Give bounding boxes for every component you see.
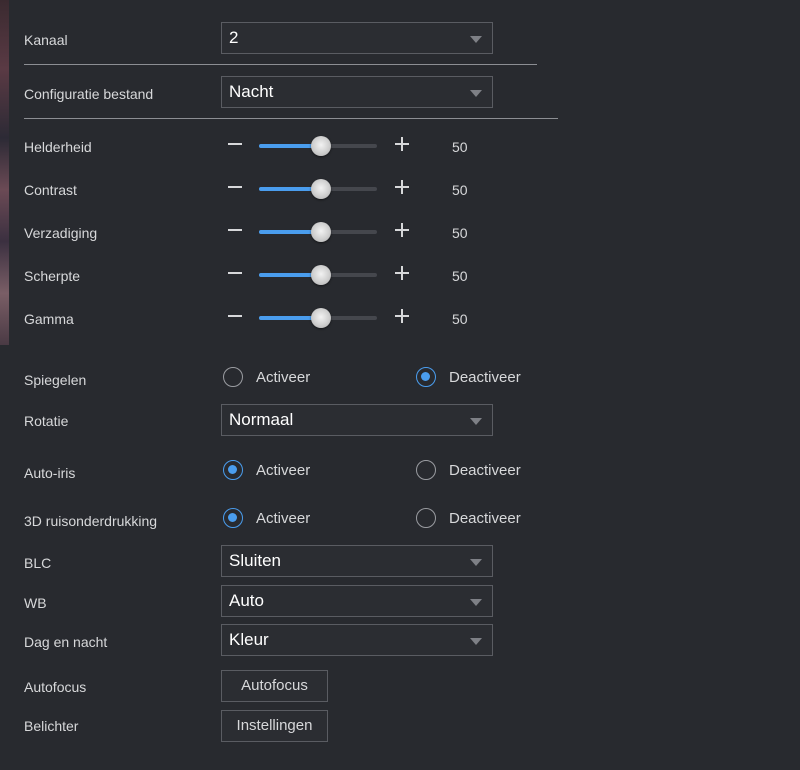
chevron-down-icon bbox=[470, 418, 482, 425]
kanaal-value: 2 bbox=[229, 28, 239, 47]
minus-icon[interactable] bbox=[227, 308, 243, 324]
slider-thumb[interactable] bbox=[311, 179, 331, 199]
dag-nacht-label: Dag en nacht bbox=[24, 634, 108, 650]
slider-thumb[interactable] bbox=[311, 265, 331, 285]
divider bbox=[24, 64, 537, 65]
slider-value: 50 bbox=[452, 182, 468, 198]
slider-value: 50 bbox=[452, 311, 468, 327]
auto-iris-label: Auto-iris bbox=[24, 465, 76, 481]
auto-iris-activeer-radio[interactable] bbox=[223, 460, 243, 480]
wb-label: WB bbox=[24, 595, 47, 611]
chevron-down-icon bbox=[470, 36, 482, 43]
minus-icon[interactable] bbox=[227, 136, 243, 152]
auto-iris-deactiveer-radio[interactable] bbox=[416, 460, 436, 480]
spiegelen-activeer-radio[interactable] bbox=[223, 367, 243, 387]
ruisonderdrukking-label: 3D ruisonderdrukking bbox=[24, 513, 158, 529]
auto-iris-activeer-label[interactable]: Activeer bbox=[256, 462, 310, 479]
chevron-down-icon bbox=[470, 638, 482, 645]
instellingen-button[interactable]: Instellingen bbox=[221, 710, 328, 742]
plus-icon[interactable] bbox=[394, 308, 410, 324]
blc-value: Sluiten bbox=[229, 551, 281, 570]
plus-icon[interactable] bbox=[394, 265, 410, 281]
plus-icon[interactable] bbox=[394, 222, 410, 238]
slider-thumb[interactable] bbox=[311, 222, 331, 242]
rotatie-label: Rotatie bbox=[24, 413, 69, 429]
autofocus-label: Autofocus bbox=[24, 679, 87, 695]
minus-icon[interactable] bbox=[227, 179, 243, 195]
wb-value: Auto bbox=[229, 591, 264, 610]
dag-nacht-value: Kleur bbox=[229, 630, 269, 649]
chevron-down-icon bbox=[470, 559, 482, 566]
slider-label: Helderheid bbox=[24, 139, 92, 155]
slider-thumb[interactable] bbox=[311, 136, 331, 156]
wb-select[interactable]: Auto bbox=[221, 585, 493, 617]
configuratie-label: Configuratie bestand bbox=[24, 86, 154, 102]
slider-label: Contrast bbox=[24, 182, 77, 198]
divider bbox=[24, 118, 558, 119]
slider-label: Gamma bbox=[24, 311, 74, 327]
ruisonderdrukking-deactiveer-label[interactable]: Deactiveer bbox=[449, 510, 521, 527]
spiegelen-label: Spiegelen bbox=[24, 372, 87, 388]
chevron-down-icon bbox=[470, 599, 482, 606]
ruisonderdrukking-activeer-label[interactable]: Activeer bbox=[256, 510, 310, 527]
configuratie-value: Nacht bbox=[229, 82, 274, 101]
configuratie-select[interactable]: Nacht bbox=[221, 76, 493, 108]
kanaal-label: Kanaal bbox=[24, 32, 68, 48]
blc-select[interactable]: Sluiten bbox=[221, 545, 493, 577]
auto-iris-deactiveer-label[interactable]: Deactiveer bbox=[449, 462, 521, 479]
plus-icon[interactable] bbox=[394, 179, 410, 195]
slider-label: Scherpte bbox=[24, 268, 81, 284]
ruisonderdrukking-activeer-radio[interactable] bbox=[223, 508, 243, 528]
spiegelen-deactiveer-radio[interactable] bbox=[416, 367, 436, 387]
ruisonderdrukking-deactiveer-radio[interactable] bbox=[416, 508, 436, 528]
plus-icon[interactable] bbox=[394, 136, 410, 152]
spiegelen-deactiveer-label[interactable]: Deactiveer bbox=[449, 369, 521, 386]
slider-value: 50 bbox=[452, 225, 468, 241]
spiegelen-activeer-label[interactable]: Activeer bbox=[256, 369, 310, 386]
autofocus-button[interactable]: Autofocus bbox=[221, 670, 328, 702]
slider-value: 50 bbox=[452, 268, 468, 284]
dag-nacht-select[interactable]: Kleur bbox=[221, 624, 493, 656]
video-preview-edge bbox=[0, 0, 9, 345]
rotatie-select[interactable]: Normaal bbox=[221, 404, 493, 436]
chevron-down-icon bbox=[470, 90, 482, 97]
slider-label: Verzadiging bbox=[24, 225, 98, 241]
kanaal-select[interactable]: 2 bbox=[221, 22, 493, 54]
slider-thumb[interactable] bbox=[311, 308, 331, 328]
rotatie-value: Normaal bbox=[229, 410, 294, 429]
slider-value: 50 bbox=[452, 139, 468, 155]
minus-icon[interactable] bbox=[227, 222, 243, 238]
minus-icon[interactable] bbox=[227, 265, 243, 281]
belichter-label: Belichter bbox=[24, 718, 79, 734]
blc-label: BLC bbox=[24, 555, 52, 571]
